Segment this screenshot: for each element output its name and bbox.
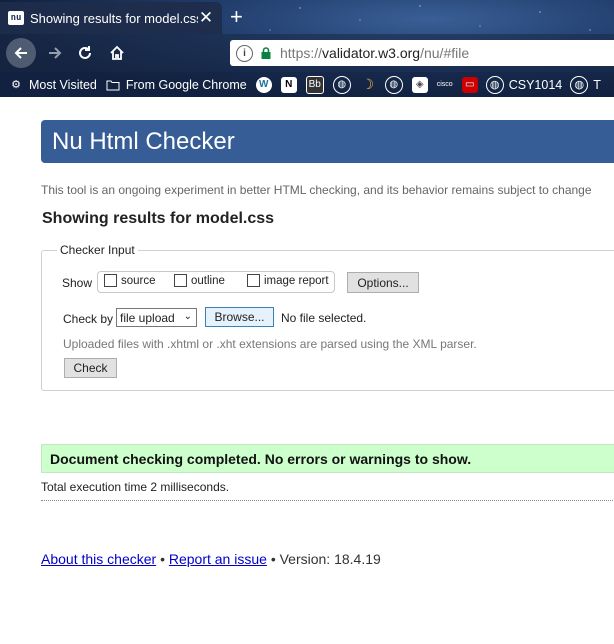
results-heading: Showing results for model.css — [42, 210, 275, 227]
cisco-icon[interactable]: cisco — [437, 77, 453, 93]
check-button[interactable]: Check — [64, 358, 117, 378]
bookmark-label: T — [593, 77, 601, 92]
footer: About this checker • Report an issue • V… — [41, 551, 381, 567]
source-checkbox[interactable] — [104, 274, 117, 287]
about-checker-link[interactable]: About this checker — [41, 551, 156, 567]
tab-favicon-icon: nu — [8, 11, 24, 25]
checker-input-legend: Checker Input — [60, 243, 135, 257]
intro-text: This tool is an ongoing experiment in be… — [41, 183, 592, 197]
arrow-left-icon — [14, 47, 27, 59]
back-button[interactable] — [6, 38, 36, 68]
home-icon — [110, 45, 124, 60]
bookmark-folder-google-chrome[interactable]: From Google Chrome — [105, 77, 247, 93]
info-icon[interactable]: i — [236, 44, 253, 62]
execution-time: Total execution time 2 milliseconds. — [41, 480, 230, 494]
source-label: source — [121, 274, 156, 287]
outline-label: outline — [191, 274, 225, 287]
divider — [41, 500, 614, 501]
show-outline-option[interactable]: outline — [174, 274, 225, 287]
check-by-select[interactable]: file upload ⌄ — [116, 308, 197, 327]
forward-button[interactable] — [40, 38, 70, 68]
report-issue-link[interactable]: Report an issue — [169, 551, 267, 567]
url-prefix: https:// — [280, 45, 323, 61]
browser-tab[interactable]: nu Showing results for model.css ✕ — [0, 2, 222, 34]
blackboard-icon[interactable]: Bb — [305, 75, 324, 94]
show-source-option[interactable]: source — [104, 274, 156, 287]
tab-close-icon[interactable]: ✕ — [198, 8, 214, 28]
chevron-down-icon: ⌄ — [183, 311, 192, 322]
wordpress-icon[interactable]: W — [255, 76, 272, 93]
outline-checkbox[interactable] — [174, 274, 187, 287]
bookmark-csy1014[interactable]: ◍ CSY1014 — [485, 75, 563, 94]
globe-icon: ◍ — [485, 75, 504, 94]
browse-button[interactable]: Browse... — [205, 307, 274, 327]
bookmark-truncated[interactable]: ◍ T — [570, 75, 601, 94]
bookmark-most-visited[interactable]: ⚙ Most Visited — [8, 77, 97, 93]
image-report-checkbox[interactable] — [247, 274, 260, 287]
diamond-icon[interactable]: ◈ — [411, 76, 428, 93]
show-image-report-option[interactable]: image report — [247, 274, 329, 287]
image-report-label: image report — [264, 274, 329, 287]
url-text: https://validator.w3.org/nu/#file — [280, 45, 469, 61]
version-text: Version: 18.4.19 — [279, 551, 381, 567]
globe-icon[interactable]: ◍ — [332, 75, 351, 94]
url-host: validator.w3.org — [322, 45, 421, 61]
show-label: Show — [62, 276, 93, 290]
check-by-label: Check by — [63, 312, 114, 326]
home-button[interactable] — [102, 38, 132, 68]
tab-title: Showing results for model.css — [30, 10, 198, 26]
new-tab-icon[interactable]: + — [230, 4, 243, 30]
xml-parser-note: Uploaded files with .xhtml or .xht exten… — [63, 337, 477, 351]
reload-icon — [79, 46, 91, 59]
lock-icon — [261, 47, 271, 59]
footer-separator: • — [270, 551, 276, 567]
page-banner: Nu Html Checker — [41, 120, 614, 163]
options-button[interactable]: Options... — [347, 272, 419, 293]
gear-icon: ⚙ — [11, 79, 21, 91]
globe-icon[interactable]: ◍ — [384, 75, 403, 94]
success-message: Document checking completed. No errors o… — [41, 444, 614, 473]
arrow-right-icon — [49, 47, 62, 59]
oracle-icon[interactable]: ▭ — [461, 76, 478, 93]
address-bar[interactable]: i https://validator.w3.org/nu/#file — [230, 40, 614, 66]
globe-icon: ◍ — [570, 75, 589, 94]
bookmark-label: From Google Chrome — [125, 77, 247, 92]
url-path: /nu/#file — [420, 45, 470, 61]
browser-toolbar: i https://validator.w3.org/nu/#file — [0, 34, 614, 72]
bookmarks-bar: ⚙ Most Visited From Google Chrome W N Bb… — [0, 72, 614, 97]
footer-separator: • — [160, 551, 165, 567]
browser-chrome: nu Showing results for model.css ✕ + i h… — [0, 0, 614, 97]
rainbow-icon[interactable]: ☽ — [360, 76, 376, 93]
page-title: Nu Html Checker — [52, 128, 235, 155]
reload-button[interactable] — [70, 38, 100, 68]
check-by-value: file upload — [120, 310, 175, 325]
bookmark-label: Most Visited — [29, 77, 97, 92]
bookmark-label: CSY1014 — [508, 77, 563, 92]
notion-icon[interactable]: N — [280, 76, 297, 93]
file-status: No file selected. — [281, 311, 367, 325]
folder-icon — [105, 77, 121, 93]
